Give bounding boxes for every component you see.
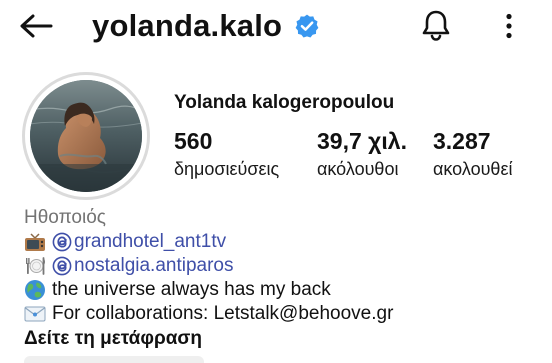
following-count-label: ακολουθεί: [433, 159, 513, 179]
profile-category: Ηθοποιός: [24, 207, 106, 228]
bio-text-universe: the universe always has my back: [52, 279, 331, 300]
globe-icon: [24, 279, 46, 301]
mention-link-grandhotel[interactable]: grandhotel_ant1tv: [52, 230, 226, 254]
followers-count-value: 39,7 χιλ.: [317, 128, 407, 154]
bio-line-plate: nostalgia.antiparos: [24, 254, 544, 278]
mention-text-nostalgia: nostalgia.antiparos: [74, 255, 234, 276]
tv-icon: [24, 231, 46, 253]
followers-count[interactable]: 39,7 χιλ. ακόλουθοι: [317, 128, 407, 180]
threads-icon: [52, 256, 72, 276]
bio-line-tv: grandhotel_ant1tv: [24, 230, 544, 254]
action-button-edge[interactable]: [24, 356, 204, 363]
top-bar: yolanda.kalo: [0, 0, 552, 56]
mention-text-grandhotel: grandhotel_ant1tv: [74, 231, 227, 252]
profile-full-name: Yolanda kalogeropoulou: [174, 92, 395, 113]
envelope-icon: [24, 303, 46, 325]
following-count-value: 3.287: [433, 128, 491, 154]
plate-icon: [24, 255, 46, 277]
profile-bio: Ηθοποιός grandhotel_ant1tv nostalgia.ant…: [24, 206, 544, 352]
posts-count-label: δημοσιεύσεις: [174, 159, 280, 179]
bio-line-universe: the universe always has my back: [24, 278, 544, 302]
posts-count[interactable]: 560 δημοσιεύσεις: [174, 128, 279, 180]
verified-badge-icon: [294, 13, 320, 39]
username-text: yolanda.kalo: [92, 8, 283, 43]
notifications-button[interactable]: [416, 4, 456, 46]
following-count[interactable]: 3.287 ακολουθεί: [433, 128, 512, 180]
more-options-button[interactable]: [494, 6, 524, 46]
followers-count-label: ακόλουθοι: [317, 159, 399, 179]
threads-icon: [52, 232, 72, 252]
more-vertical-icon: [506, 13, 512, 39]
profile-avatar[interactable]: [22, 72, 150, 200]
posts-count-value: 560: [174, 128, 213, 154]
profile-username: yolanda.kalo: [92, 6, 320, 46]
see-translation-link[interactable]: Δείτε τη μετάφραση: [24, 326, 544, 352]
avatar-photo: [30, 80, 142, 192]
bio-text-collaborations: For collaborations: Letstalk@behoove.gr: [52, 303, 394, 324]
bell-icon: [422, 10, 450, 41]
back-button[interactable]: [14, 6, 58, 46]
mention-link-nostalgia[interactable]: nostalgia.antiparos: [52, 254, 234, 278]
back-arrow-icon: [20, 14, 53, 38]
bio-line-collaborations: For collaborations: Letstalk@behoove.gr: [24, 302, 544, 326]
